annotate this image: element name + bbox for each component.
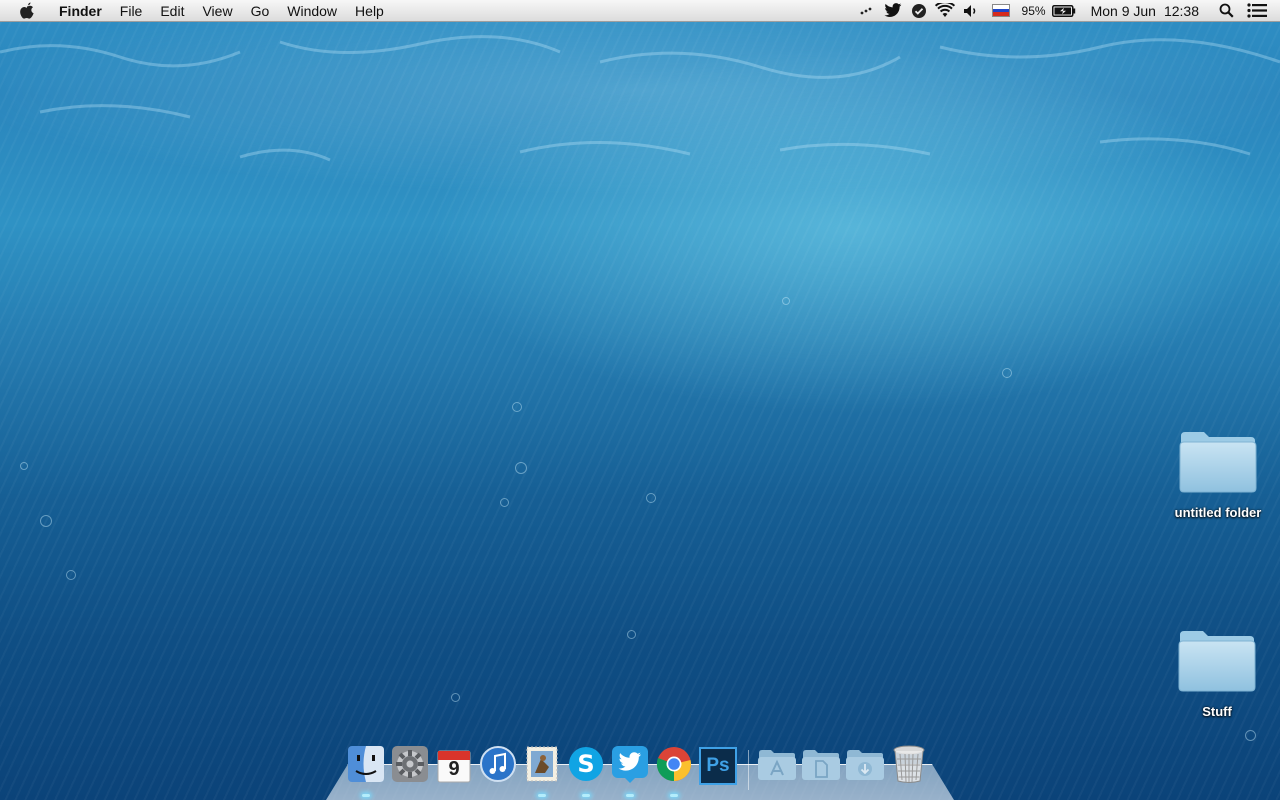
dock-finder[interactable] — [346, 745, 386, 797]
spotlight-search-icon[interactable] — [1216, 0, 1236, 22]
running-indicator — [538, 794, 546, 797]
bubble — [515, 462, 527, 474]
bubble — [627, 630, 636, 639]
volume-icon[interactable] — [961, 0, 981, 22]
bubble — [66, 570, 76, 580]
bubble — [20, 462, 28, 470]
desktop-folder-stuff[interactable]: Stuff — [1162, 627, 1272, 719]
dock-separator — [748, 750, 749, 790]
photoshop-icon: Ps — [699, 747, 737, 785]
desktop-folder-label: Stuff — [1202, 704, 1232, 719]
bubble — [1245, 730, 1256, 741]
dock-photoshop[interactable]: Ps — [698, 746, 738, 786]
chrome-icon — [655, 745, 693, 788]
dock-chrome[interactable] — [654, 745, 694, 797]
bubble — [451, 693, 460, 702]
calendar-day: 9 — [448, 758, 460, 780]
dock-system-preferences[interactable] — [390, 745, 430, 788]
folder-icon — [1177, 627, 1257, 698]
menu-window[interactable]: Window — [278, 0, 346, 22]
bubble — [500, 498, 509, 507]
photoshop-label: Ps — [706, 755, 730, 776]
twitter-status-icon[interactable] — [883, 0, 903, 22]
menubar-date[interactable]: Mon 9 Jun — [1079, 0, 1160, 22]
menu-edit[interactable]: Edit — [151, 0, 193, 22]
menubar-time[interactable]: 12:38 — [1160, 0, 1213, 22]
bubble — [1002, 368, 1012, 378]
downloads-folder-icon — [845, 747, 885, 786]
dock-twitter[interactable] — [610, 745, 650, 797]
skype-icon: S — [567, 745, 605, 788]
wallpaper-ripples — [0, 35, 1280, 162]
dock-skype[interactable]: S — [566, 745, 606, 797]
documents-folder-icon — [801, 747, 841, 786]
running-indicator — [626, 794, 634, 797]
menu-bar-status: 95% Mon 9 Jun 12:38 — [854, 0, 1280, 22]
menu-help[interactable]: Help — [346, 0, 393, 22]
twitter-icon — [611, 745, 649, 788]
menu-view[interactable]: View — [193, 0, 241, 22]
input-source-flag-icon[interactable] — [991, 4, 1010, 17]
running-indicator — [670, 794, 678, 797]
wallpaper-rays — [0, 0, 1280, 800]
menu-go[interactable]: Go — [242, 0, 279, 22]
dock-trash[interactable] — [889, 744, 929, 789]
more-dots-icon[interactable] — [857, 0, 877, 22]
finder-icon — [347, 745, 385, 788]
dock-calendar[interactable]: 9 — [434, 746, 474, 786]
dock-mail[interactable] — [522, 745, 562, 797]
dock-itunes[interactable] — [478, 745, 518, 788]
apple-menu-icon[interactable] — [18, 2, 36, 20]
dock-stack-documents[interactable] — [801, 746, 841, 786]
bubble — [512, 402, 522, 412]
bubble — [40, 515, 52, 527]
running-indicator — [362, 794, 370, 797]
mail-stamp-icon — [523, 745, 561, 788]
desktop-folder-label: untitled folder — [1174, 505, 1262, 520]
bubble — [782, 297, 790, 305]
calendar-icon: 9 — [435, 747, 473, 785]
gear-icon — [391, 745, 429, 788]
folder-icon — [1178, 428, 1258, 499]
notification-center-icon[interactable] — [1247, 0, 1267, 22]
battery-icon[interactable] — [1051, 0, 1076, 22]
dock-stack-downloads[interactable] — [845, 746, 885, 786]
running-indicator — [582, 794, 590, 797]
dock-stack-applications[interactable] — [757, 746, 797, 786]
dock: 9 S Ps — [346, 744, 946, 800]
applications-folder-icon — [757, 747, 797, 786]
bubble — [646, 493, 656, 503]
shield-check-icon[interactable] — [909, 0, 929, 22]
menu-bar: Finder File Edit View Go Window Help 95%… — [0, 0, 1280, 22]
battery-percent[interactable]: 95% — [1018, 0, 1049, 22]
wifi-icon[interactable] — [934, 0, 955, 22]
menu-app-finder[interactable]: Finder — [50, 0, 111, 22]
trash-icon — [891, 744, 927, 789]
itunes-icon — [479, 745, 517, 788]
menu-bar-left: Finder File Edit View Go Window Help — [0, 0, 393, 22]
svg-text:S: S — [577, 750, 594, 778]
menu-file[interactable]: File — [111, 0, 152, 22]
desktop-folder-untitled[interactable]: untitled folder — [1163, 428, 1273, 520]
